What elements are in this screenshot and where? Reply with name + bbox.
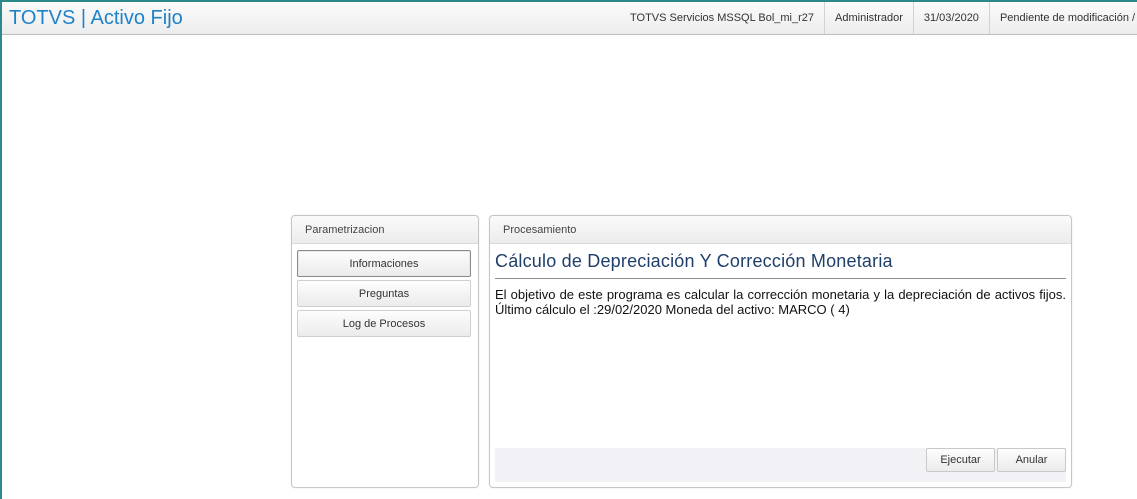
process-heading: Cálculo de Depreciación Y Corrección Mon… [495, 251, 1066, 279]
preguntas-button[interactable]: Preguntas [297, 280, 471, 307]
procesamiento-panel-title: Procesamiento [490, 216, 1071, 244]
app-title: TOTVS | Activo Fijo [9, 6, 183, 29]
ejecutar-button[interactable]: Ejecutar [926, 448, 995, 472]
date-label: 31/03/2020 [912, 2, 989, 34]
anular-button[interactable]: Anular [997, 448, 1066, 472]
parametrizacion-panel: Parametrizacion Informaciones Preguntas … [291, 215, 479, 488]
user-label: Administrador [824, 2, 913, 34]
environment-label: TOTVS Servicios MSSQL Bol_mi_r27 [630, 12, 815, 24]
log-de-procesos-button[interactable]: Log de Procesos [297, 310, 471, 337]
window-left-border [0, 0, 2, 499]
header-info-bar: TOTVS Servicios MSSQL Bol_mi_r27 Adminis… [620, 2, 1137, 34]
process-description: El objetivo de este programa es calcular… [495, 287, 1066, 317]
status-label: Pendiente de modificación / Per [988, 2, 1137, 34]
parametrizacion-panel-title: Parametrizacion [292, 216, 478, 244]
action-footer: Ejecutar Anular [495, 448, 1066, 482]
app-header: TOTVS | Activo Fijo TOTVS Servicios MSSQ… [2, 2, 1137, 35]
informaciones-button[interactable]: Informaciones [297, 250, 471, 277]
procesamiento-panel: Procesamiento Cálculo de Depreciación Y … [489, 215, 1072, 488]
